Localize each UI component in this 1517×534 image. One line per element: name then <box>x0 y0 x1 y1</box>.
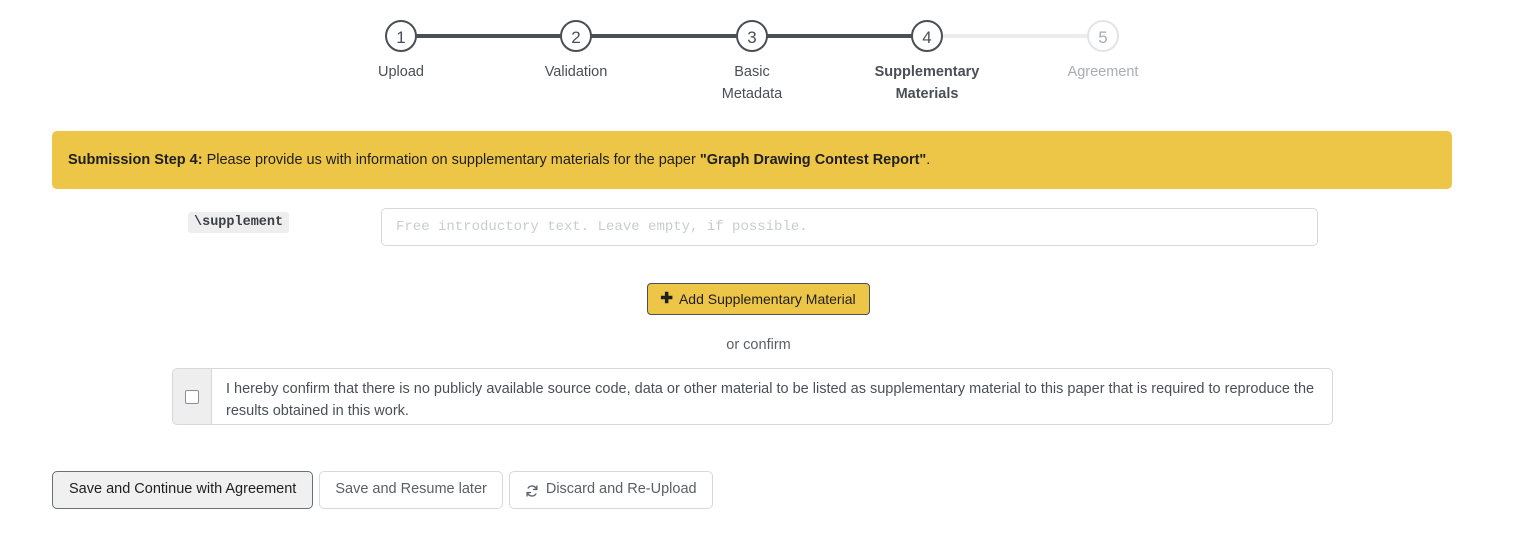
step-label: Supplementary Materials <box>837 61 1017 105</box>
stepper-connector-3-4 <box>752 34 927 38</box>
step-label-line-2: Metadata <box>721 86 783 102</box>
step-label-line-1: Basic <box>734 64 770 80</box>
step-number-badge: 4 <box>911 20 943 52</box>
supplement-command-label: \supplement <box>188 212 290 233</box>
stepper-connector-4-5 <box>927 34 1103 38</box>
add-supplementary-material-button[interactable]: ✚ Add Supplementary Material <box>647 283 870 315</box>
plus-icon: ✚ <box>660 289 673 307</box>
alert-body-before: Please provide us with information on su… <box>202 152 700 168</box>
alert-step-prefix: Submission Step 4: <box>68 152 203 168</box>
step-number-badge: 2 <box>560 20 592 52</box>
supplement-field-row: \supplement <box>0 208 1517 248</box>
save-and-continue-button[interactable]: Save and Continue with Agreement <box>52 471 314 509</box>
or-confirm-separator: or confirm <box>726 337 791 353</box>
submission-stepper: 1 Upload 2 Validation 3 Basic Metadata 4… <box>0 0 1517 120</box>
stepper-step-validation[interactable]: 2 Validation <box>486 20 666 83</box>
save-and-resume-later-button[interactable]: Save and Resume later <box>319 471 503 509</box>
step-label: Agreement <box>1067 64 1139 80</box>
add-supplementary-material-label: Add Supplementary Material <box>678 290 856 307</box>
submission-step-alert: Submission Step 4: Please provide us wit… <box>52 131 1452 189</box>
confirm-no-supplementary-label: I hereby confirm that there is no public… <box>226 381 1315 419</box>
stepper-step-basic-metadata[interactable]: 3 Basic Metadata <box>662 20 842 105</box>
step-number-badge: 5 <box>1087 20 1119 52</box>
add-supplementary-material-row: ✚ Add Supplementary Material <box>0 283 1517 315</box>
stepper-step-upload[interactable]: 1 Upload <box>311 20 491 83</box>
step-label-line-2: Materials <box>895 86 959 102</box>
step-label: Validation <box>544 64 608 80</box>
stepper-step-supplementary-materials[interactable]: 4 Supplementary Materials <box>837 20 1017 105</box>
alert-paper-title: "Graph Drawing Contest Report" <box>699 152 927 168</box>
stepper-step-agreement[interactable]: 5 Agreement <box>1013 20 1193 83</box>
confirm-no-supplementary-checkbox[interactable] <box>185 389 199 404</box>
step-label: Upload <box>378 64 424 80</box>
supplement-intro-text-input[interactable] <box>381 208 1318 246</box>
step-number-badge: 3 <box>736 20 768 52</box>
checkbox-addon[interactable] <box>173 369 212 424</box>
discard-and-reupload-button[interactable]: Discard and Re-Upload <box>508 471 713 509</box>
stepper-connector-1-2 <box>401 34 576 38</box>
refresh-icon <box>525 484 539 498</box>
stepper-connector-2-3 <box>576 34 752 38</box>
confirm-no-supplementary-group: I hereby confirm that there is no public… <box>172 368 1333 425</box>
alert-body-after: . <box>926 152 931 168</box>
step-label: Basic Metadata <box>662 61 842 105</box>
step-label-line-1: Supplementary <box>874 64 980 80</box>
form-actions: Save and Continue with Agreement Save an… <box>52 471 713 509</box>
discard-and-reupload-label: Discard and Re-Upload <box>545 481 697 497</box>
step-number-badge: 1 <box>385 20 417 52</box>
alert-text: Submission Step 4: Please provide us wit… <box>68 152 930 168</box>
